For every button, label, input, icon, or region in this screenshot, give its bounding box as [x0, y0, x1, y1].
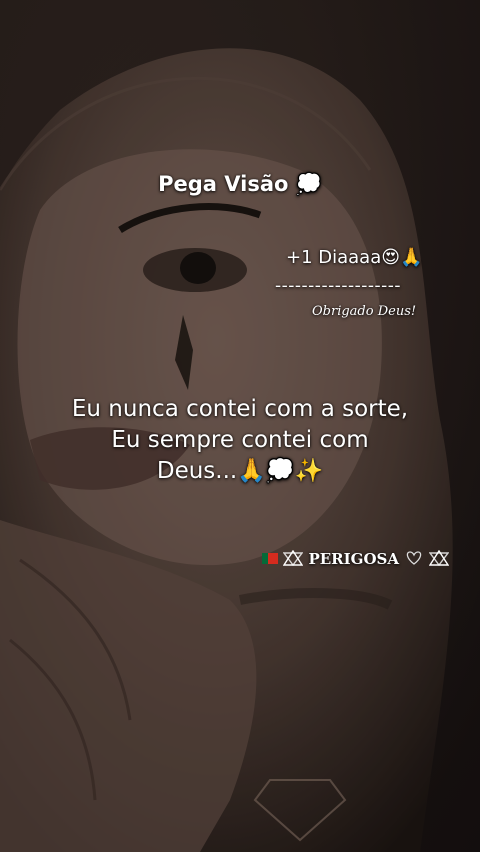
- signature-tag: PERIGOSA: [262, 550, 450, 568]
- post-title: Pega Visão 💭: [158, 172, 322, 196]
- signature-name: PERIGOSA: [308, 550, 400, 568]
- star-of-david-icon: [283, 550, 304, 566]
- quote-line-2: Eu sempre contei com: [111, 427, 369, 453]
- day-counter: +1 Diaaaa😍🙏: [286, 247, 423, 268]
- quote-line-3: Deus...🙏💭✨: [156, 458, 324, 484]
- divider-line: -------------------: [275, 276, 402, 296]
- thanks-caption: Obrigado Deus!: [312, 304, 417, 319]
- star-of-david-icon-right: [429, 550, 450, 566]
- quote-line-1: Eu nunca contei com a sorte,: [71, 396, 409, 422]
- quote-text: Eu nunca contei com a sorte, Eu sempre c…: [0, 394, 480, 487]
- flag-icon: [262, 553, 278, 564]
- heart-icon: [406, 551, 422, 565]
